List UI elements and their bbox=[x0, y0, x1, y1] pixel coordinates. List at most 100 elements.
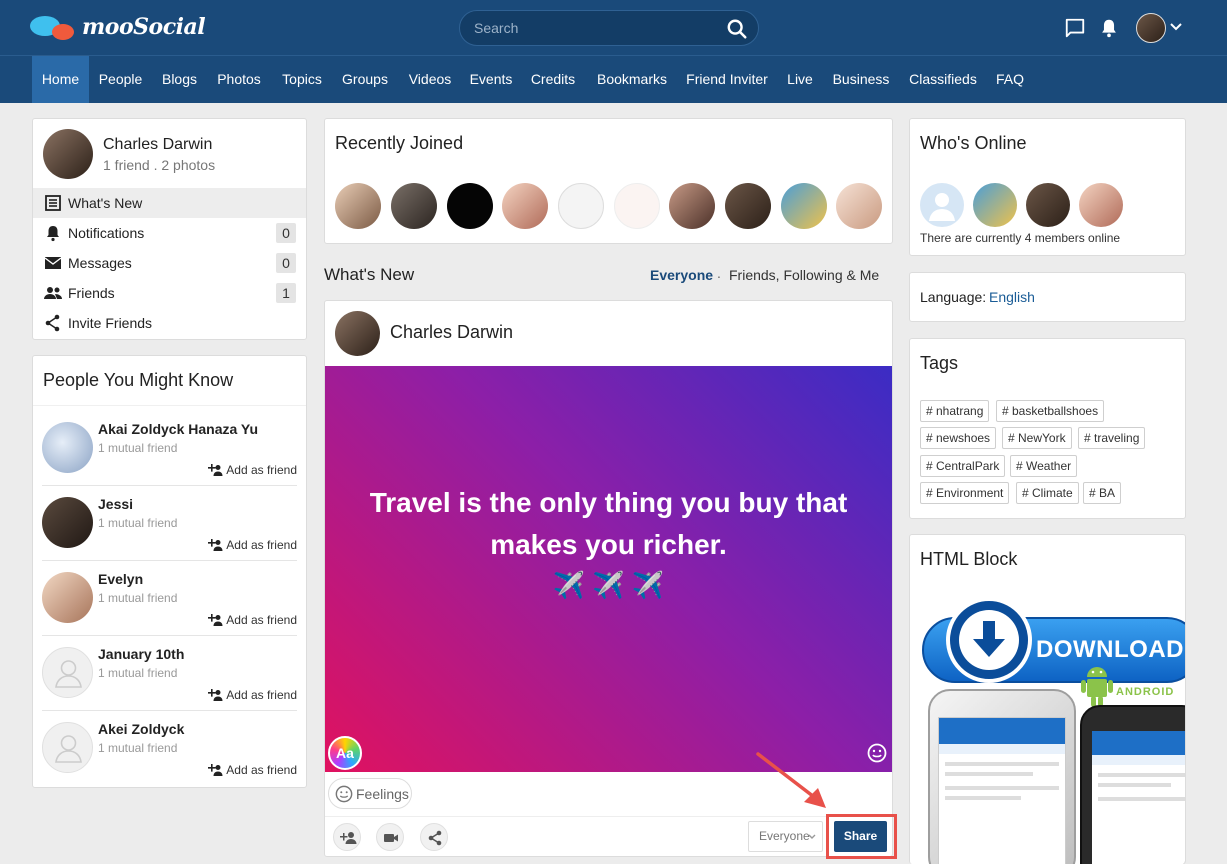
video-camera-icon bbox=[384, 834, 398, 842]
tag-item[interactable]: # basketballshoes bbox=[996, 400, 1105, 422]
share-link-button[interactable] bbox=[420, 823, 448, 851]
person-name[interactable]: Jessi bbox=[98, 496, 133, 512]
nav-business[interactable]: Business bbox=[824, 56, 898, 103]
tag-item[interactable]: # CentralPark bbox=[920, 455, 1006, 477]
person-name[interactable]: Akai Zoldyck Hanaza Yu bbox=[98, 421, 258, 437]
nav-live[interactable]: Live bbox=[778, 56, 822, 103]
language-link[interactable]: English bbox=[989, 289, 1035, 305]
member-avatar[interactable] bbox=[725, 183, 771, 229]
share-button[interactable]: Share bbox=[834, 821, 887, 852]
privacy-select[interactable]: Everyone bbox=[748, 821, 823, 852]
messages-icon[interactable] bbox=[1064, 17, 1086, 39]
add-friend-button[interactable]: Add as friend bbox=[208, 613, 297, 627]
nav-photos[interactable]: Photos bbox=[208, 56, 270, 103]
member-avatar[interactable] bbox=[447, 183, 493, 229]
nav-faq[interactable]: FAQ bbox=[988, 56, 1032, 103]
member-avatar[interactable] bbox=[1079, 183, 1123, 227]
member-avatar[interactable] bbox=[558, 183, 604, 229]
menu-invite-friends[interactable]: Invite Friends bbox=[33, 308, 306, 338]
menu-notifications[interactable]: Notifications 0 bbox=[33, 218, 306, 248]
notifications-bell-icon[interactable] bbox=[1098, 17, 1120, 39]
post-text[interactable]: Travel is the only thing you buy that ma… bbox=[325, 482, 892, 604]
newspaper-icon bbox=[45, 195, 61, 211]
member-avatar[interactable] bbox=[836, 183, 882, 229]
feelings-button[interactable]: Feelings bbox=[328, 778, 412, 809]
composer-author: Charles Darwin bbox=[390, 322, 514, 342]
add-friend-button[interactable]: Add as friend bbox=[208, 463, 297, 477]
bell-icon bbox=[47, 226, 59, 242]
tag-item[interactable]: # BA bbox=[1083, 482, 1122, 504]
tag-item[interactable]: # traveling bbox=[1078, 427, 1146, 449]
avatar[interactable] bbox=[42, 497, 93, 548]
member-avatar[interactable] bbox=[391, 183, 437, 229]
menu-label: Friends bbox=[68, 285, 115, 301]
tag-friends-button[interactable] bbox=[333, 823, 361, 851]
person-name[interactable]: Akei Zoldyck bbox=[98, 721, 184, 737]
add-video-button[interactable] bbox=[376, 823, 404, 851]
profile-card: Charles Darwin 1 friend . 2 photos What'… bbox=[32, 118, 307, 340]
composer-avatar bbox=[335, 311, 380, 356]
logo-text: mooSocial bbox=[82, 14, 206, 40]
default-avatar-icon[interactable] bbox=[42, 722, 93, 773]
nav-bookmarks[interactable]: Bookmarks bbox=[586, 56, 678, 103]
whos-online-title: Who's Online bbox=[920, 133, 1027, 153]
nav-home[interactable]: Home bbox=[32, 56, 89, 103]
add-user-icon bbox=[208, 689, 223, 701]
tag-item[interactable]: # Weather bbox=[1010, 455, 1078, 477]
default-avatar-icon[interactable] bbox=[920, 183, 964, 227]
smiley-icon[interactable] bbox=[867, 743, 887, 763]
mutual-friends: 1 mutual friend bbox=[98, 441, 178, 455]
nav-blogs[interactable]: Blogs bbox=[152, 56, 207, 103]
profile-name[interactable]: Charles Darwin bbox=[103, 136, 212, 154]
filter-everyone[interactable]: Everyone bbox=[650, 267, 713, 283]
menu-messages[interactable]: Messages 0 bbox=[33, 248, 306, 278]
member-avatar[interactable] bbox=[973, 183, 1017, 227]
tag-item[interactable]: # Environment bbox=[920, 482, 1010, 504]
member-avatar[interactable] bbox=[335, 183, 381, 229]
main-nav: Home People Blogs Photos Topics Groups V… bbox=[0, 56, 1227, 103]
nav-events[interactable]: Events bbox=[462, 56, 520, 103]
language-card: Language: English bbox=[909, 272, 1186, 322]
avatar[interactable] bbox=[42, 572, 93, 623]
add-user-icon bbox=[208, 464, 223, 476]
nav-people[interactable]: People bbox=[92, 56, 149, 103]
search-icon[interactable] bbox=[726, 18, 748, 40]
nav-topics[interactable]: Topics bbox=[272, 56, 332, 103]
search-input[interactable] bbox=[474, 18, 714, 38]
nav-friend-inviter[interactable]: Friend Inviter bbox=[679, 56, 775, 103]
tag-item[interactable]: # nhatrang bbox=[920, 400, 990, 422]
member-avatar[interactable] bbox=[781, 183, 827, 229]
menu-friends[interactable]: Friends 1 bbox=[33, 278, 306, 308]
member-avatar[interactable] bbox=[669, 183, 715, 229]
chevron-down-icon bbox=[808, 834, 816, 839]
add-friend-button[interactable]: Add as friend bbox=[208, 763, 297, 777]
nav-groups[interactable]: Groups bbox=[333, 56, 397, 103]
nav-classifieds[interactable]: Classifieds bbox=[900, 56, 986, 103]
tag-item[interactable]: # NewYork bbox=[1002, 427, 1072, 449]
site-logo[interactable]: mooSocial bbox=[30, 12, 206, 42]
member-avatar[interactable] bbox=[1026, 183, 1070, 227]
user-avatar[interactable] bbox=[1136, 13, 1166, 43]
list-item: Akei Zoldyck 1 mutual friend Add as frie… bbox=[42, 711, 297, 786]
add-friend-button[interactable]: Add as friend bbox=[208, 688, 297, 702]
avatar[interactable] bbox=[42, 422, 93, 473]
share-icon bbox=[45, 314, 60, 332]
post-background-canvas[interactable]: Travel is the only thing you buy that ma… bbox=[325, 366, 892, 772]
background-picker-button[interactable]: Aa bbox=[328, 736, 362, 770]
add-friend-button[interactable]: Add as friend bbox=[208, 538, 297, 552]
nav-videos[interactable]: Videos bbox=[400, 56, 460, 103]
tag-item[interactable]: # newshoes bbox=[920, 427, 997, 449]
person-name[interactable]: Evelyn bbox=[98, 571, 143, 587]
search-box bbox=[459, 10, 759, 46]
profile-avatar[interactable] bbox=[43, 129, 93, 179]
member-avatar[interactable] bbox=[502, 183, 548, 229]
person-name[interactable]: January 10th bbox=[98, 646, 184, 662]
recently-joined-title: Recently Joined bbox=[335, 133, 464, 153]
member-avatar[interactable] bbox=[614, 183, 660, 229]
default-avatar-icon[interactable] bbox=[42, 647, 93, 698]
tag-item[interactable]: # Climate bbox=[1016, 482, 1079, 504]
nav-credits[interactable]: Credits bbox=[522, 56, 584, 103]
chevron-down-icon[interactable] bbox=[1170, 22, 1182, 32]
menu-whats-new[interactable]: What's New bbox=[33, 188, 306, 218]
filter-friends-following[interactable]: Friends, Following & Me bbox=[729, 267, 879, 283]
